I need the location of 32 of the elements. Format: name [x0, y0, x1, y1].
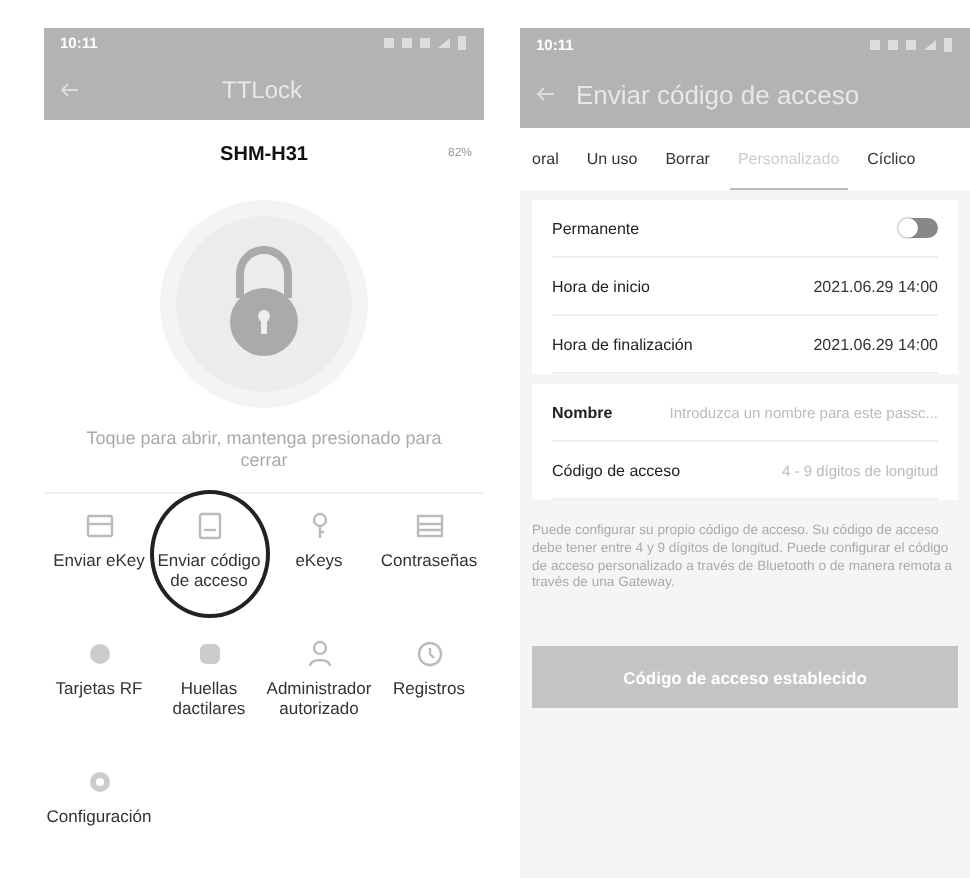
tab[interactable]: oral: [524, 128, 567, 190]
menu-item[interactable]: Enviar código de acceso: [154, 552, 264, 592]
time-value[interactable]: 2021.06.29 14:00: [813, 335, 938, 353]
time-value[interactable]: 2021.06.29 14:00: [813, 277, 938, 295]
status-icons: [870, 37, 954, 51]
row-label: Permanente: [552, 219, 640, 237]
menu-item[interactable]: Administrador autorizado: [264, 680, 374, 720]
menu-item[interactable]: Huellas dactilares: [154, 680, 264, 720]
list-icon: [413, 510, 445, 542]
menu-item[interactable]: Registros: [393, 680, 465, 700]
menu-item[interactable]: Contraseñas: [380, 552, 478, 572]
document-icon: [193, 510, 225, 542]
status-icons: [384, 35, 468, 50]
back-arrow-icon[interactable]: [60, 81, 80, 98]
menu-item[interactable]: Enviar eKey: [53, 552, 145, 572]
row-label: Código de acceso: [552, 461, 681, 479]
row-label: Nombre: [552, 403, 613, 421]
device-name: SHM-H31: [220, 143, 308, 166]
permanent-toggle[interactable]: [898, 218, 938, 238]
tab[interactable]: Un uso: [578, 128, 646, 190]
clock-icon: [413, 638, 445, 670]
tab[interactable]: Cíclico: [859, 128, 924, 190]
back-arrow-icon[interactable]: [536, 86, 556, 102]
unlock-hint: Toque para abrir, mantenga presionado para cerrar: [84, 425, 444, 474]
menu-item[interactable]: eKeys: [295, 552, 343, 572]
padlock-button[interactable]: [158, 197, 370, 410]
tab[interactable]: Borrar: [657, 128, 718, 190]
menu-item[interactable]: Tarjetas RF: [55, 680, 143, 700]
row-label: Hora de finalización: [552, 335, 693, 353]
menu-item[interactable]: Configuración: [46, 808, 152, 828]
row-label: Hora de inicio: [552, 277, 650, 295]
user-icon: [303, 638, 335, 670]
